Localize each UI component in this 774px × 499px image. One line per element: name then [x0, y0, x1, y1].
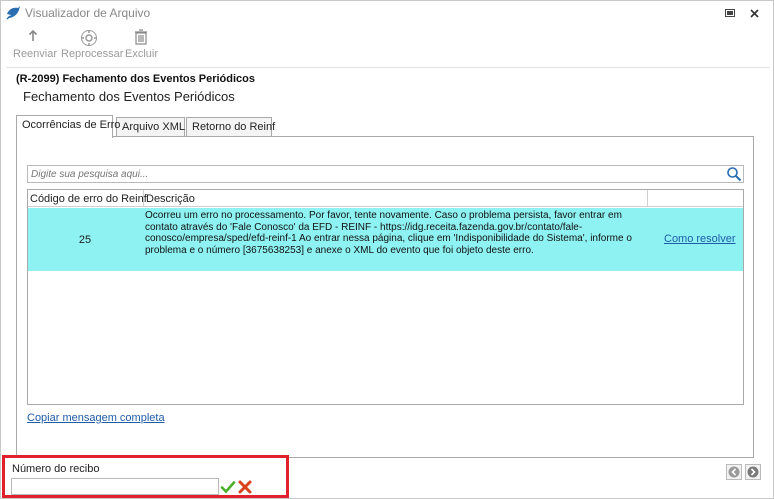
tab-panel: Código de erro do Reinf Descrição 25 Oco… [16, 136, 754, 458]
how-to-fix-link[interactable]: Como resolver [664, 233, 736, 245]
toolbar: Reenviar Reprocessar Excluir [1, 27, 773, 65]
table-header: Código de erro do Reinf Descrição [28, 190, 743, 207]
receipt-highlight: Número do recibo [2, 455, 289, 498]
file-viewer-window: Visualizador de Arquivo Reenviar Reproce… [0, 0, 774, 499]
reprocess-label: Reprocessar [61, 48, 124, 60]
window-title: Visualizador de Arquivo [25, 6, 151, 20]
toolbar-divider [6, 67, 770, 68]
delete-label: Excluir [125, 48, 159, 60]
tab-reinf-return[interactable]: Retorno do Reinf [186, 117, 275, 137]
search-input[interactable] [28, 166, 726, 182]
close-icon[interactable] [747, 6, 761, 20]
copy-full-message-link[interactable]: Copiar mensagem completa [27, 412, 165, 424]
tab-xml-file[interactable]: Arquivo XML [116, 117, 185, 137]
title-bar: Visualizador de Arquivo [1, 1, 773, 25]
gear-icon [61, 29, 117, 47]
tab-error-occurrences[interactable]: Ocorrências de Erro [16, 115, 120, 138]
receipt-number-field[interactable] [11, 478, 219, 495]
event-subheading: Fechamento dos Eventos Periódicos [23, 89, 235, 104]
table-row[interactable]: 25 Ocorreu um erro no processamento. Por… [28, 208, 743, 271]
search-box [27, 165, 744, 183]
error-table: Código de erro do Reinf Descrição 25 Oco… [27, 189, 744, 405]
previous-arrow-icon[interactable] [726, 464, 742, 480]
event-heading: (R-2099) Fechamento dos Eventos Periódic… [16, 73, 256, 85]
column-header-description[interactable]: Descrição [144, 190, 648, 207]
app-bird-icon [6, 6, 20, 20]
column-header-code[interactable]: Código de erro do Reinf [28, 190, 147, 207]
receipt-label: Número do recibo [12, 463, 100, 475]
column-header-action [648, 190, 743, 207]
reprocess-button[interactable]: Reprocessar [61, 29, 123, 60]
resend-button[interactable]: Reenviar [13, 29, 57, 60]
delete-button[interactable]: Excluir [125, 29, 159, 60]
resend-label: Reenviar [13, 48, 58, 60]
error-description-cell: Ocorreu um erro no processamento. Por fa… [145, 210, 632, 256]
maximize-icon[interactable] [723, 6, 737, 20]
error-code-cell: 25 [78, 233, 92, 246]
trash-icon [125, 29, 157, 47]
confirm-check-icon[interactable] [220, 479, 236, 495]
next-arrow-icon[interactable] [745, 464, 761, 480]
search-icon[interactable] [726, 166, 742, 182]
cancel-x-icon[interactable] [237, 479, 253, 495]
arrow-up-icon [13, 29, 53, 47]
